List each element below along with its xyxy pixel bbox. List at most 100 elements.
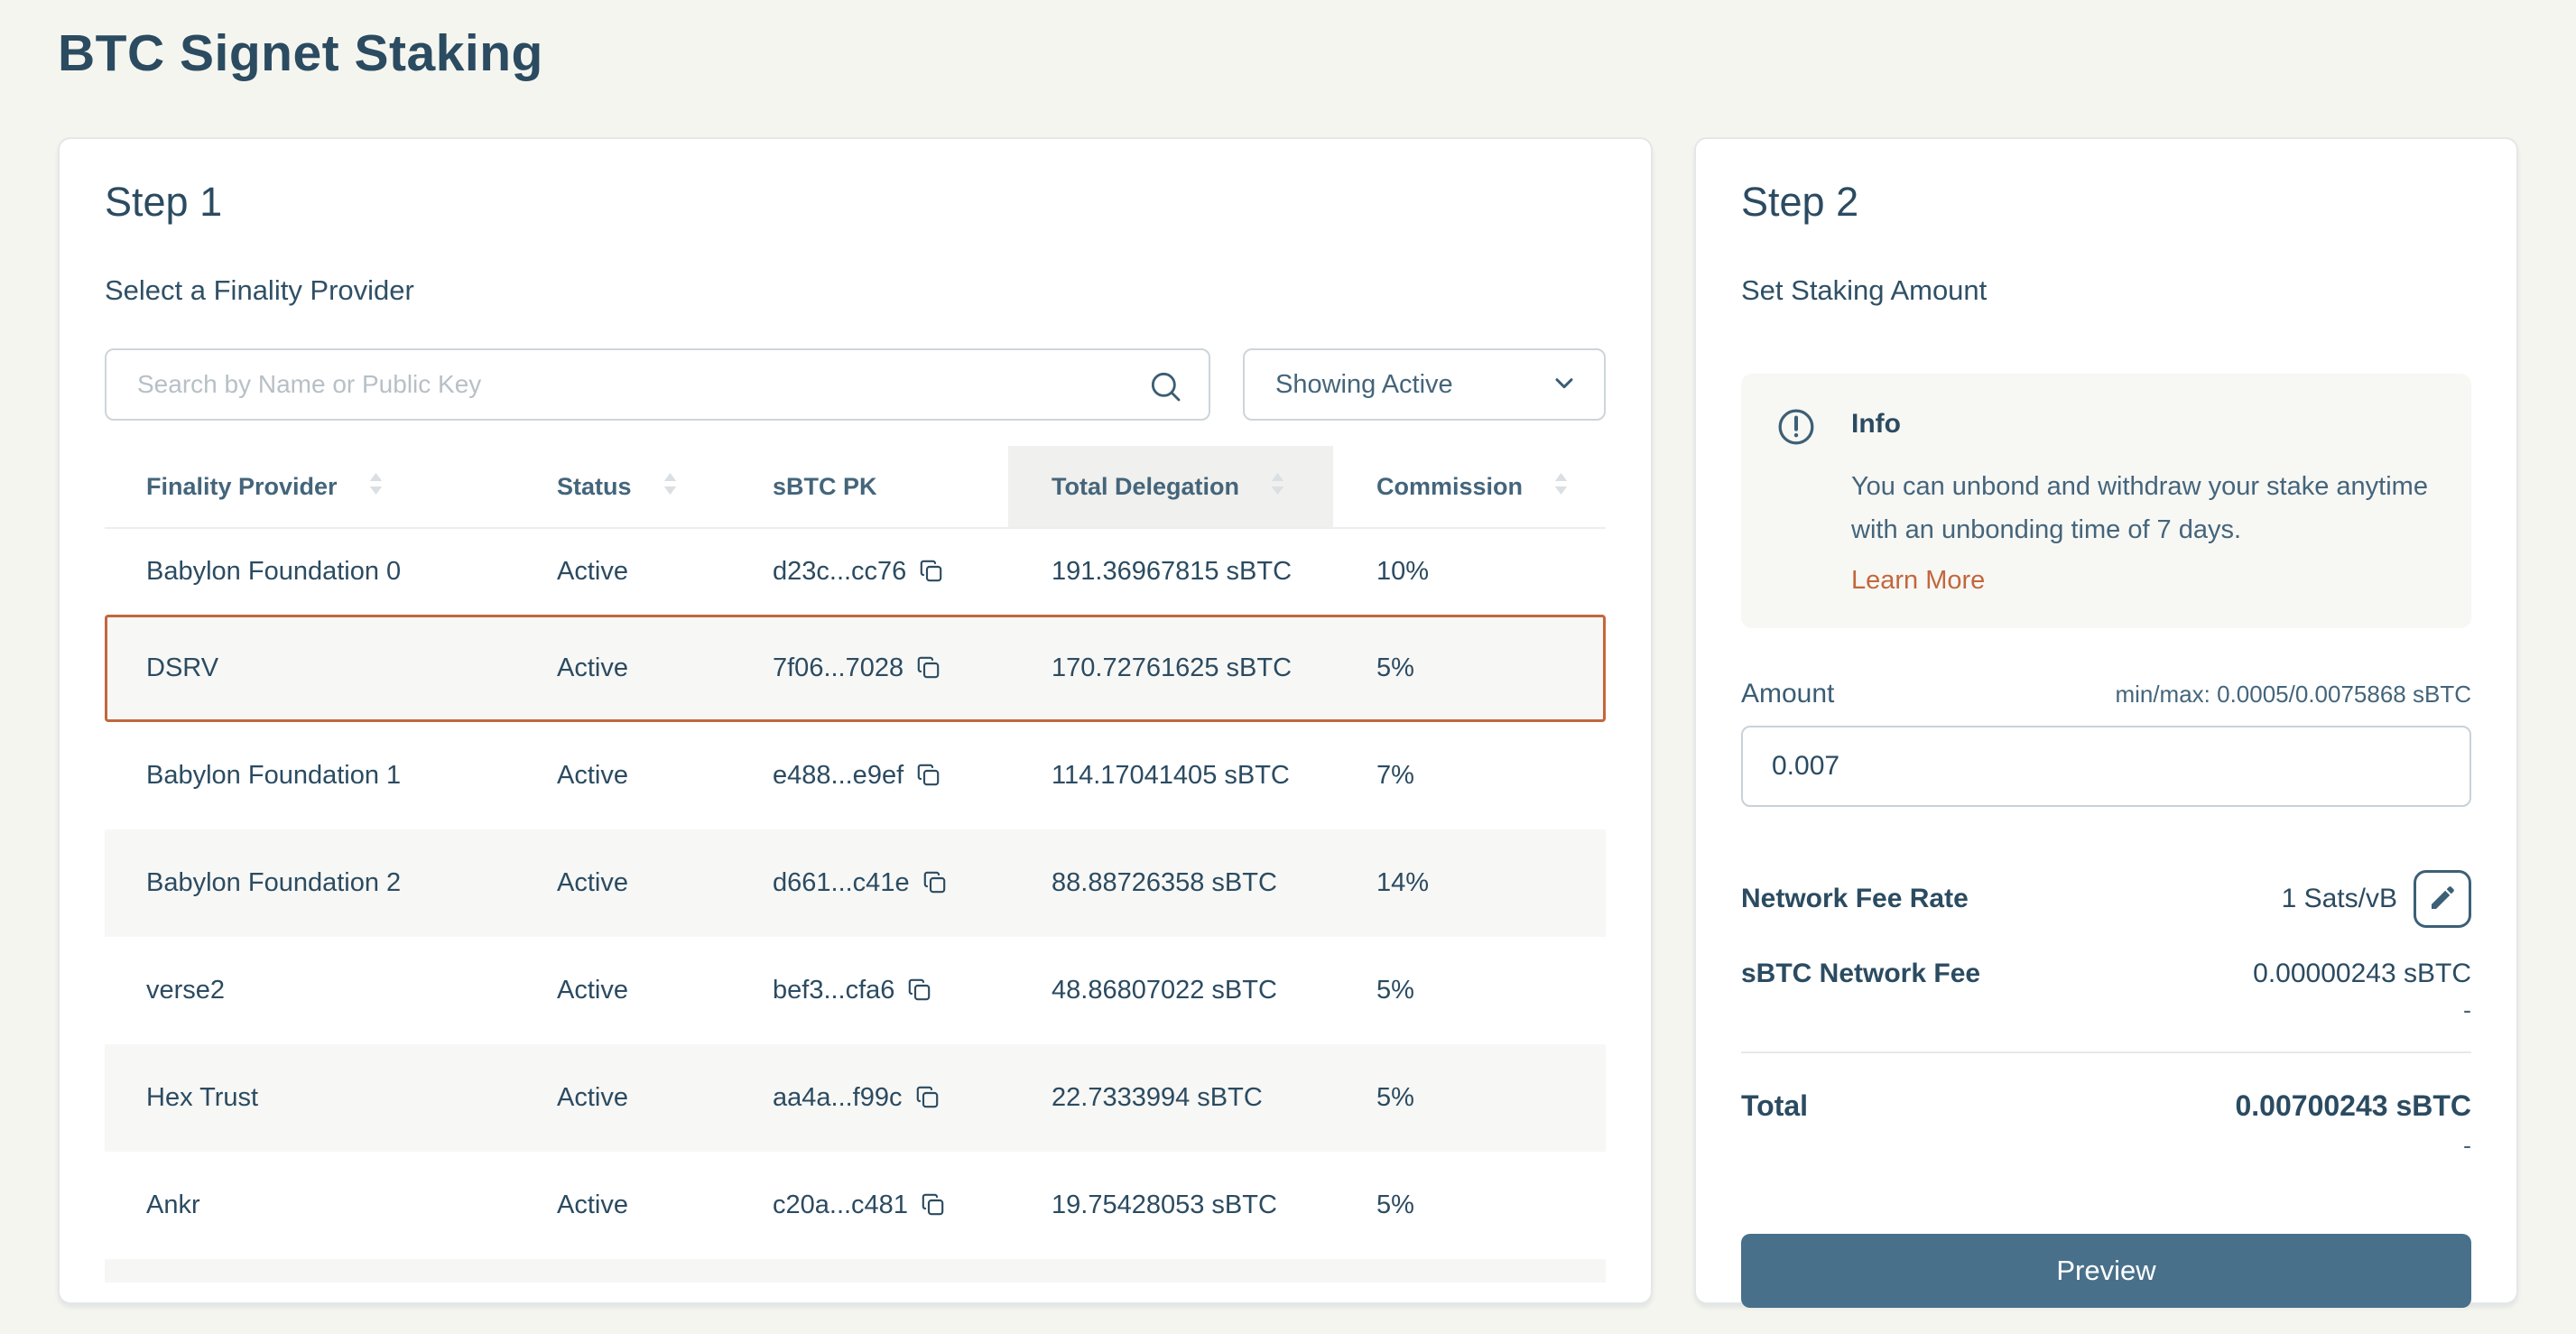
info-title: Info bbox=[1851, 404, 2437, 452]
cell-commission: 14% bbox=[1376, 868, 1606, 898]
total-value: 0.00700243 sBTC bbox=[2235, 1089, 2471, 1123]
step1-subtitle: Select a Finality Provider bbox=[105, 274, 1606, 307]
finality-provider-table: Finality Provider Status sBTC PK Total D… bbox=[105, 446, 1606, 1283]
amount-label: Amount bbox=[1741, 679, 1834, 709]
sbtc-pk-text: bef3...cfa6 bbox=[773, 976, 894, 1005]
cell-commission: 5% bbox=[1376, 976, 1606, 1005]
copy-pk-button[interactable] bbox=[921, 1192, 945, 1219]
table-row[interactable]: Hex Trust Active aa4a...f99c 22.7333994 … bbox=[105, 1044, 1606, 1152]
cell-sbtc-pk: c20a...c481 bbox=[773, 1190, 1052, 1220]
copy-icon bbox=[915, 1085, 940, 1112]
cell-commission: 10% bbox=[1376, 557, 1606, 587]
column-header-label: Commission bbox=[1376, 473, 1523, 501]
sbtc-pk-text: e488...e9ef bbox=[773, 761, 903, 791]
cell-finality-provider: DSRV bbox=[146, 653, 557, 683]
cell-finality-provider: Ankr bbox=[146, 1190, 557, 1220]
learn-more-link[interactable]: Learn More bbox=[1851, 566, 1985, 596]
copy-pk-button[interactable] bbox=[922, 870, 947, 897]
cell-commission: 5% bbox=[1376, 653, 1606, 683]
cell-sbtc-pk: bef3...cfa6 bbox=[773, 976, 1052, 1005]
sbtc-pk-text: 7f06...7028 bbox=[773, 653, 903, 683]
cell-commission: 7% bbox=[1376, 761, 1606, 791]
network-fee-rate-value-group: 1 Sats/vB bbox=[2282, 870, 2471, 928]
copy-icon bbox=[919, 559, 943, 586]
search-box bbox=[105, 348, 1210, 421]
cell-sbtc-pk: e488...e9ef bbox=[773, 761, 1052, 791]
column-header-label: Finality Provider bbox=[146, 473, 338, 501]
cell-commission: 5% bbox=[1376, 1083, 1606, 1113]
cell-status: Active bbox=[557, 653, 773, 683]
step1-title: Step 1 bbox=[105, 179, 1606, 226]
copy-icon bbox=[916, 763, 941, 790]
copy-pk-button[interactable] bbox=[916, 655, 941, 682]
table-row[interactable]: DSRV Active 7f06...7028 170.72761625 sBT… bbox=[105, 615, 1606, 722]
table-row[interactable]: Babylon Foundation 0 Active d23c...cc76 … bbox=[105, 529, 1606, 615]
edit-fee-rate-button[interactable] bbox=[2414, 870, 2471, 928]
copy-pk-button[interactable] bbox=[916, 763, 941, 790]
panels-container: Step 1 Select a Finality Provider Showin… bbox=[0, 137, 2576, 1304]
cell-status: Active bbox=[557, 557, 773, 587]
column-header-total-delegation[interactable]: Total Delegation bbox=[1052, 446, 1376, 527]
sort-arrows-icon bbox=[368, 471, 384, 503]
cell-total-delegation: 88.88726358 sBTC bbox=[1052, 868, 1376, 898]
cell-sbtc-pk: 7f06...7028 bbox=[773, 653, 1052, 683]
step2-title: Step 2 bbox=[1741, 179, 2471, 226]
cell-finality-provider: Babylon Foundation 2 bbox=[146, 868, 557, 898]
sbtc-network-fee-secondary: - bbox=[1741, 996, 2471, 1024]
search-input[interactable] bbox=[107, 350, 1209, 419]
step2-panel: Step 2 Set Staking Amount Info You can u… bbox=[1694, 137, 2518, 1304]
search-icon bbox=[1147, 368, 1183, 409]
btc-signet-staking-page: BTC Signet Staking Step 1 Select a Final… bbox=[0, 0, 2576, 1334]
cell-total-delegation: 19.75428053 sBTC bbox=[1052, 1190, 1376, 1220]
copy-icon bbox=[916, 655, 941, 682]
cell-sbtc-pk: aa4a...f99c bbox=[773, 1083, 1052, 1113]
table-row[interactable]: Babylon Foundation 1 Active e488...e9ef … bbox=[105, 722, 1606, 829]
table-row-partial bbox=[105, 1259, 1606, 1283]
table-controls: Showing Active bbox=[105, 348, 1606, 421]
sort-arrows-icon bbox=[663, 471, 678, 503]
cell-commission: 5% bbox=[1376, 1190, 1606, 1220]
cell-status: Active bbox=[557, 761, 773, 791]
copy-icon bbox=[921, 1192, 945, 1219]
staking-amount-input[interactable] bbox=[1741, 726, 2471, 807]
preview-button[interactable]: Preview bbox=[1741, 1234, 2471, 1308]
info-box: Info You can unbond and withdraw your st… bbox=[1741, 374, 2471, 628]
cell-status: Active bbox=[557, 976, 773, 1005]
amount-label-row: Amount min/max: 0.0005/0.0075868 sBTC bbox=[1741, 679, 2471, 709]
cell-sbtc-pk: d23c...cc76 bbox=[773, 557, 1052, 587]
column-header-status[interactable]: Status bbox=[557, 446, 773, 527]
cell-finality-provider: Hex Trust bbox=[146, 1083, 557, 1113]
sbtc-network-fee-label: sBTC Network Fee bbox=[1741, 959, 1980, 989]
copy-pk-button[interactable] bbox=[919, 559, 943, 586]
column-header-commission[interactable]: Commission bbox=[1376, 446, 1606, 527]
sort-arrows-icon bbox=[1553, 471, 1569, 503]
total-label: Total bbox=[1741, 1089, 1808, 1123]
sbtc-pk-text: d661...c41e bbox=[773, 868, 910, 898]
cell-total-delegation: 22.7333994 sBTC bbox=[1052, 1083, 1376, 1113]
column-header-finality-provider[interactable]: Finality Provider bbox=[146, 446, 557, 527]
cell-finality-provider: Babylon Foundation 1 bbox=[146, 761, 557, 791]
sbtc-pk-text: aa4a...f99c bbox=[773, 1083, 903, 1113]
pencil-icon bbox=[2427, 883, 2458, 916]
network-fee-rate-value: 1 Sats/vB bbox=[2282, 884, 2397, 914]
cell-total-delegation: 170.72761625 sBTC bbox=[1052, 653, 1376, 683]
network-fee-rate-row: Network Fee Rate 1 Sats/vB bbox=[1741, 870, 2471, 928]
cell-sbtc-pk: d661...c41e bbox=[773, 868, 1052, 898]
cell-total-delegation: 114.17041405 sBTC bbox=[1052, 761, 1376, 791]
cell-status: Active bbox=[557, 1190, 773, 1220]
status-filter-selected: Showing Active bbox=[1275, 370, 1453, 400]
fees-divider bbox=[1741, 1051, 2471, 1053]
network-fee-rate-label: Network Fee Rate bbox=[1741, 884, 1969, 914]
table-row[interactable]: Babylon Foundation 2 Active d661...c41e … bbox=[105, 829, 1606, 937]
sbtc-network-fee-value: 0.00000243 sBTC bbox=[2253, 959, 2471, 989]
column-header-label: Status bbox=[557, 473, 632, 501]
copy-pk-button[interactable] bbox=[907, 977, 931, 1005]
copy-pk-button[interactable] bbox=[915, 1085, 940, 1112]
status-filter-dropdown[interactable]: Showing Active bbox=[1243, 348, 1606, 421]
page-title: BTC Signet Staking bbox=[0, 0, 2576, 83]
table-row[interactable]: Ankr Active c20a...c481 19.75428053 sBTC… bbox=[105, 1152, 1606, 1259]
table-body: Babylon Foundation 0 Active d23c...cc76 … bbox=[105, 529, 1606, 1259]
total-row: Total 0.00700243 sBTC bbox=[1741, 1089, 2471, 1123]
table-row[interactable]: verse2 Active bef3...cfa6 48.86807022 sB… bbox=[105, 937, 1606, 1044]
cell-total-delegation: 191.36967815 sBTC bbox=[1052, 557, 1376, 587]
